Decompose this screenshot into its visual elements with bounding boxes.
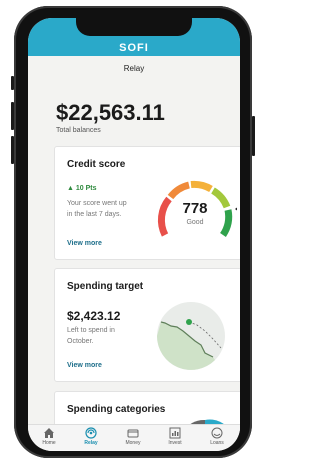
relay-page: Relay $22,563.11 Total balances Credit s…: [28, 56, 240, 433]
credit-score-value: 778: [182, 200, 207, 217]
tab-relay-label: Relay: [84, 440, 98, 446]
volume-up-button: [11, 102, 14, 130]
relay-icon: [85, 427, 97, 439]
spending-target-card[interactable]: Spending target $2,423.12 Left to spend …: [54, 268, 240, 382]
credit-score-rating: Good: [186, 219, 203, 226]
spending-target-description-1: Left to spend in: [67, 327, 115, 334]
credit-score-change: ▲ 10 Pts: [67, 185, 97, 192]
spending-view-more-link[interactable]: View more: [67, 362, 102, 369]
tab-home-label: Home: [42, 440, 56, 446]
loans-icon: [211, 427, 223, 439]
credit-score-gauge: 778 Good: [157, 180, 237, 237]
tab-loans[interactable]: Loans: [196, 427, 238, 446]
bottom-tab-bar: Home Relay Money Invest Loans: [28, 424, 240, 451]
tab-invest[interactable]: Invest: [154, 427, 196, 446]
credit-score-description-1: Your score went up: [67, 200, 127, 207]
current-point-marker: [186, 319, 192, 325]
credit-score-description-2: in the last 7 days.: [67, 211, 122, 218]
app-header: SOFI: [28, 18, 240, 56]
phone-notch: [76, 18, 192, 36]
credit-score-title: Credit score: [67, 159, 126, 170]
up-arrow-icon: ▲: [67, 185, 74, 192]
spending-target-amount: $2,423.12: [67, 309, 121, 323]
phone-screen: SOFI Relay $22,563.11 Total balances Cre…: [28, 18, 240, 451]
tab-money-label: Money: [125, 440, 141, 446]
tab-loans-label: Loans: [210, 440, 224, 446]
invest-icon: [169, 427, 181, 439]
phone-frame: SOFI Relay $22,563.11 Total balances Cre…: [11, 6, 255, 458]
brand-logo: SOFI: [119, 42, 149, 54]
tab-home[interactable]: Home: [28, 427, 70, 446]
spending-categories-title: Spending categories: [67, 404, 166, 415]
home-icon: [44, 428, 54, 438]
power-button: [252, 116, 255, 156]
tab-invest-label: Invest: [168, 440, 182, 446]
volume-down-button: [11, 136, 14, 164]
gauge-pointer-icon: [235, 207, 237, 211]
spending-target-title: Spending target: [67, 281, 144, 292]
tab-relay[interactable]: Relay: [70, 427, 112, 446]
mute-switch: [11, 76, 14, 90]
spending-target-chart: [157, 302, 225, 370]
tab-money[interactable]: Money: [112, 427, 154, 446]
credit-view-more-link[interactable]: View more: [67, 240, 102, 247]
total-balance-label: Total balances: [56, 127, 101, 134]
credit-score-card[interactable]: Credit score ▲ 10 Pts Your score went up…: [54, 146, 240, 260]
credit-score-change-value: 10 Pts: [75, 185, 97, 192]
page-title: Relay: [123, 64, 145, 73]
money-icon: [127, 429, 139, 438]
spending-target-description-2: October.: [67, 338, 94, 345]
total-balance-amount: $22,563.11: [56, 100, 165, 125]
